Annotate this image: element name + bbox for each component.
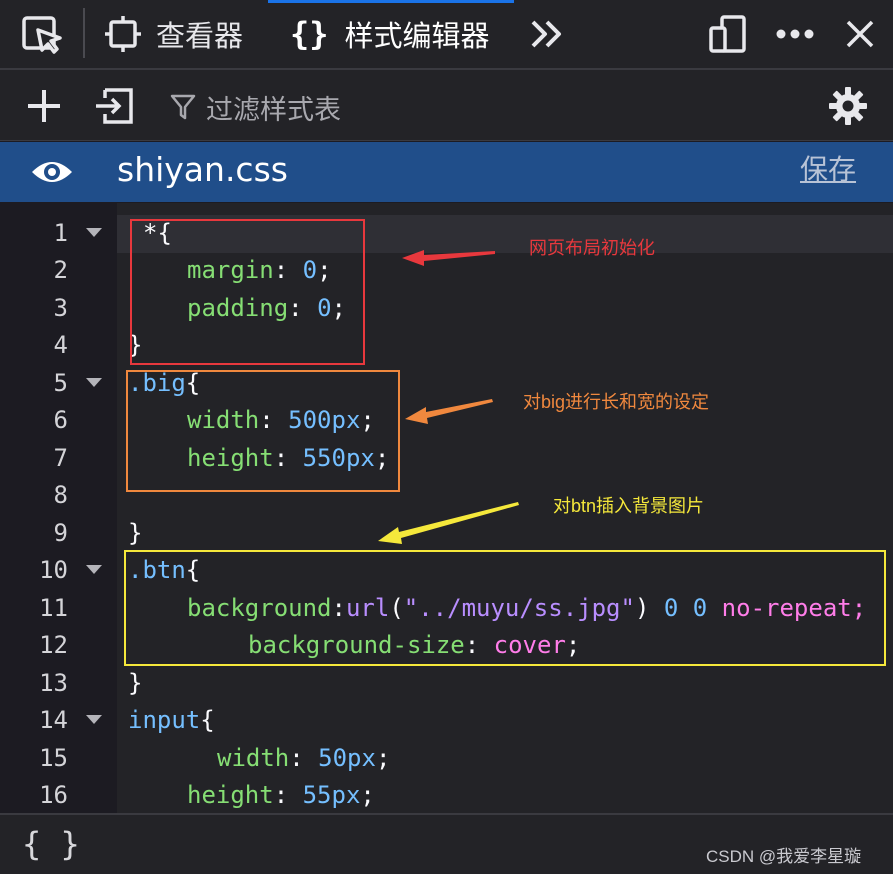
code-text: width: 50px;	[217, 744, 391, 772]
annotation-box-big	[126, 370, 400, 492]
code-text: }	[128, 515, 142, 552]
fold-arrow-icon[interactable]	[86, 565, 102, 574]
inspector-icon	[104, 15, 142, 53]
line-number: 2	[53, 256, 68, 284]
plus-icon[interactable]	[25, 87, 63, 129]
code-line: 9 }	[0, 515, 893, 552]
annotation-init-label: 网页布局初始化	[529, 238, 655, 258]
devtools-toolbar: 查看器 {} 样式编辑器	[0, 0, 893, 70]
code-text: height: 55px;	[187, 781, 375, 809]
line-number: 5	[53, 369, 68, 397]
token-brace: {	[200, 706, 215, 734]
line-number: 3	[53, 294, 68, 322]
tab-style-editor-label: 样式编辑器	[344, 19, 490, 53]
token-value: 50px	[318, 744, 376, 772]
fold-arrow-icon[interactable]	[86, 378, 102, 387]
close-icon[interactable]	[844, 0, 876, 68]
line-number: 11	[39, 594, 68, 622]
code-line: 15 width: 50px;	[0, 740, 893, 777]
line-number: 12	[39, 631, 68, 659]
line-number: 6	[53, 406, 68, 434]
responsive-design-icon[interactable]	[708, 0, 748, 68]
element-picker-icon[interactable]	[20, 0, 64, 68]
filter-icon	[170, 93, 196, 125]
line-number: 13	[39, 669, 68, 697]
stylesheet-name[interactable]: shiyan.css	[117, 150, 288, 189]
token-brace: }	[128, 519, 143, 547]
code-line: 13 }	[0, 665, 893, 702]
eye-icon[interactable]	[30, 156, 74, 192]
code-line: 16 height: 55px;	[0, 777, 893, 813]
save-button[interactable]: 保存	[800, 148, 856, 188]
stylesheet-header: shiyan.css 保存	[0, 142, 893, 202]
watermark: CSDN @我爱李星璇	[706, 847, 862, 866]
token-property: height	[187, 781, 274, 809]
more-horizontal-icon[interactable]	[774, 0, 816, 68]
line-number: 1	[53, 219, 68, 247]
token-property: width	[217, 744, 290, 772]
tab-style-editor[interactable]: {} 样式编辑器	[290, 0, 490, 68]
token-selector: input	[128, 706, 201, 734]
token-value: 55px	[302, 781, 361, 809]
tab-inspector[interactable]: 查看器	[104, 0, 243, 68]
line-number: 16	[39, 781, 68, 809]
double-chevron-right-icon[interactable]	[528, 0, 566, 68]
editor-footer: { } CSDN @我爱李星璇	[0, 813, 893, 874]
token-brace: }	[128, 669, 143, 697]
import-icon[interactable]	[93, 86, 135, 130]
line-number: 8	[53, 481, 68, 509]
toolbar-divider	[83, 8, 85, 58]
annotation-btn-label: 对btn插入背景图片	[553, 496, 705, 516]
stylesheet-toolbar: 过滤样式表	[0, 70, 893, 141]
line-number: 7	[53, 444, 68, 472]
gear-icon[interactable]	[828, 86, 868, 130]
fold-arrow-icon[interactable]	[86, 715, 102, 724]
annotation-box-init	[130, 219, 365, 365]
tab-inspector-label: 查看器	[156, 19, 244, 53]
line-number: 15	[39, 744, 68, 772]
braces-icon: {}	[290, 15, 329, 53]
code-text: input{	[128, 702, 215, 739]
filter-stylesheets-input[interactable]: 过滤样式表	[206, 88, 341, 127]
line-number: 10	[39, 556, 68, 584]
fold-arrow-icon[interactable]	[86, 228, 102, 237]
code-text: }	[128, 665, 142, 702]
code-line: 14 input{	[0, 702, 893, 739]
annotation-box-btn	[124, 550, 886, 666]
pretty-print-braces-icon[interactable]: { }	[22, 825, 80, 863]
annotation-big-label: 对big进行长和宽的设定	[523, 392, 710, 412]
line-number: 9	[53, 519, 68, 547]
line-number: 4	[53, 331, 68, 359]
line-number: 14	[39, 706, 68, 734]
